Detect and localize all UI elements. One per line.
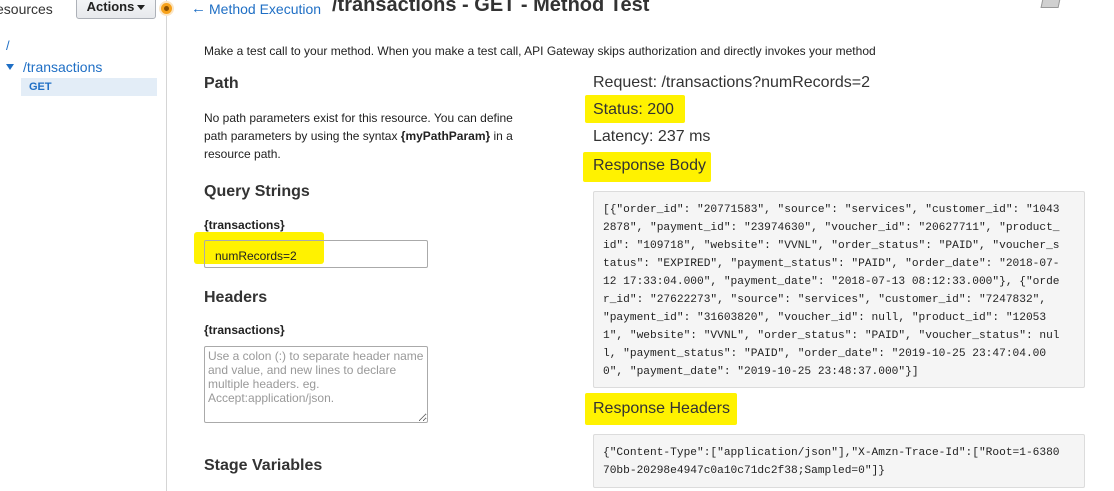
path-heading: Path bbox=[204, 75, 239, 92]
request-line: Request: /transactions?numRecords=2 bbox=[593, 74, 871, 91]
stage-variables-heading: Stage Variables bbox=[204, 457, 323, 474]
resource-tree-panel: esources Actions / /transactions GET bbox=[0, 0, 167, 491]
back-link-label: Method Execution bbox=[209, 1, 322, 17]
chevron-down-icon bbox=[137, 5, 146, 10]
panel-resize-handle-icon[interactable] bbox=[159, 1, 174, 16]
path-syntax: {myPathParam} bbox=[400, 129, 491, 143]
document-icon[interactable] bbox=[1040, 0, 1062, 8]
response-body-box[interactable]: [{"order_id": "20771583", "source": "ser… bbox=[593, 191, 1085, 388]
resources-label: esources bbox=[0, 1, 53, 17]
tree-item-transactions[interactable]: /transactions bbox=[23, 59, 102, 75]
query-strings-input[interactable] bbox=[204, 240, 428, 268]
path-description: No path parameters exist for this resour… bbox=[204, 109, 534, 163]
tree-item-get-method[interactable]: GET bbox=[21, 78, 157, 96]
headers-heading: Headers bbox=[204, 289, 268, 306]
response-body-heading: Response Body bbox=[593, 157, 706, 174]
response-headers-box[interactable]: {"Content-Type":["application/json"],"X-… bbox=[593, 434, 1085, 488]
status-line: Status: 200 bbox=[593, 101, 674, 118]
headers-textarea[interactable] bbox=[204, 346, 428, 423]
expand-arrow-icon[interactable] bbox=[6, 64, 14, 70]
page-title: /transactions - GET - Method Test bbox=[332, 0, 650, 16]
headers-param-label: {transactions} bbox=[204, 323, 285, 337]
method-execution-link[interactable]: ← Method Execution bbox=[191, 1, 321, 17]
actions-label: Actions bbox=[86, 0, 135, 14]
back-arrow-icon: ← bbox=[191, 0, 206, 17]
latency-line: Latency: 237 ms bbox=[593, 128, 711, 145]
tree-item-root[interactable]: / bbox=[6, 38, 10, 53]
response-headers-heading: Response Headers bbox=[593, 400, 730, 417]
actions-button[interactable]: Actions bbox=[76, 0, 156, 19]
query-strings-param-label: {transactions} bbox=[204, 218, 285, 232]
query-strings-heading: Query Strings bbox=[204, 183, 310, 200]
intro-text: Make a test call to your method. When yo… bbox=[204, 44, 876, 58]
